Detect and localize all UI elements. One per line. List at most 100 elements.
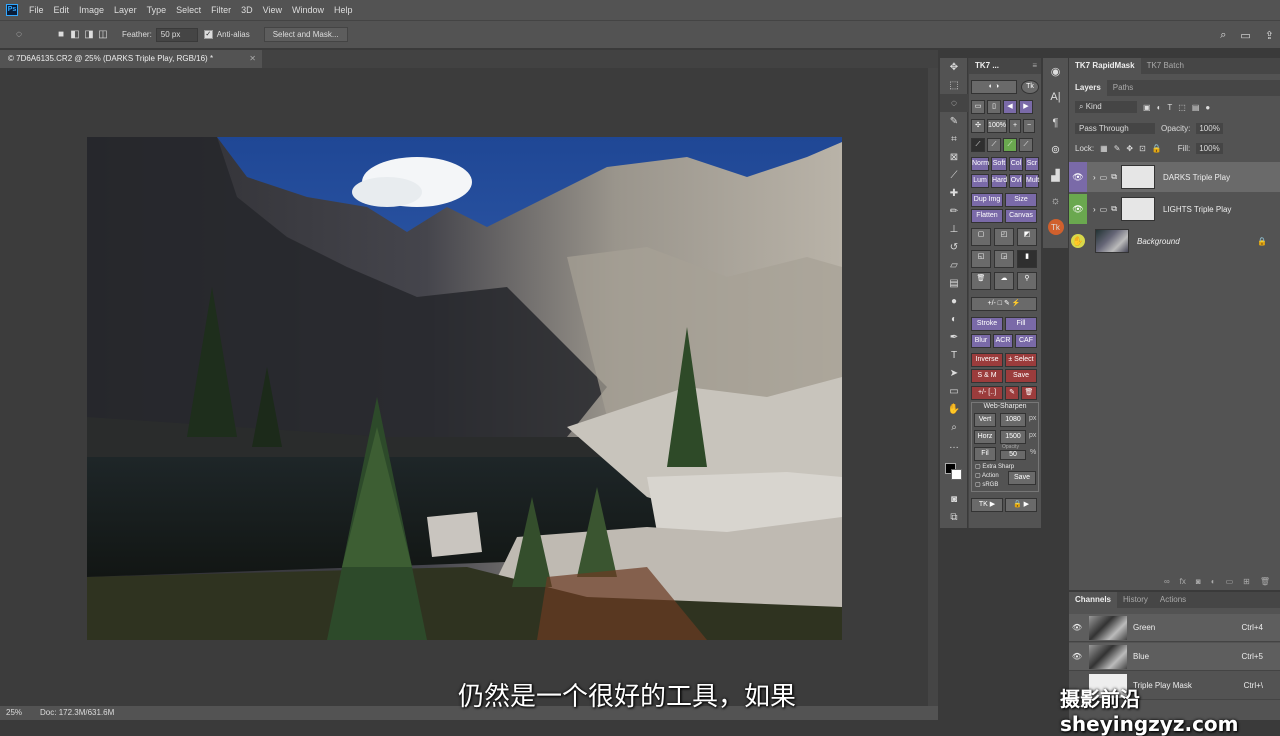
vertical-scrollbar[interactable] xyxy=(928,68,938,706)
zoom-tool-icon[interactable]: ⌕ xyxy=(940,418,968,436)
opacity-input[interactable]: 100% xyxy=(1196,122,1223,134)
tk-sm-button[interactable]: S & M xyxy=(971,369,1003,383)
menu-image[interactable]: Image xyxy=(79,5,104,15)
layer-row-darks[interactable]: 👁 › ▭ ⧉ DARKS Triple Play xyxy=(1069,162,1280,192)
tk-tools-row[interactable]: +/- □ ✎ ⚡ xyxy=(971,297,1037,311)
filter-type-icon[interactable]: T xyxy=(1167,103,1172,112)
add-mask-icon[interactable]: ◙ xyxy=(1196,577,1201,586)
tk-next-icon[interactable]: ▶ xyxy=(1019,100,1033,114)
tk-layer-icon-2[interactable]: ◰ xyxy=(994,228,1014,246)
visibility-eye-icon[interactable]: 👁 xyxy=(1069,162,1087,192)
tab-batch[interactable]: TK7 Batch xyxy=(1141,58,1190,74)
tk-pm-select-button[interactable]: ± Select xyxy=(1005,353,1037,367)
tk-zoom-in-icon[interactable]: + xyxy=(1009,119,1021,133)
tk-drop-icon[interactable]: ⚲ xyxy=(1017,272,1037,290)
tk-cloud-icon[interactable]: ☁ xyxy=(994,272,1014,290)
tk-norm-button[interactable]: Norm xyxy=(971,157,989,171)
filter-pixel-icon[interactable]: ▣ xyxy=(1143,103,1151,112)
workspace-icon[interactable]: ▭ xyxy=(1240,29,1250,42)
tk-lum-button[interactable]: Lum xyxy=(971,174,989,188)
tk-lock-play-button[interactable]: 🔒 ▶ xyxy=(1005,498,1037,512)
lasso-tool-icon[interactable]: ◌ xyxy=(940,94,968,112)
tk-acr-button[interactable]: ACR xyxy=(993,334,1013,348)
tk-mask-buttons[interactable]: ◐ ◑ xyxy=(971,80,1017,94)
vert-input[interactable]: 1080 xyxy=(1000,413,1026,427)
visibility-eye-icon[interactable]: 👁 xyxy=(1069,652,1085,661)
fill-input[interactable]: 100% xyxy=(1196,142,1223,154)
intersect-selection-icon[interactable]: ◫ xyxy=(96,28,110,42)
close-tab-icon[interactable]: ✕ xyxy=(249,50,256,68)
crop-tool-icon[interactable]: ⌗ xyxy=(940,130,968,148)
layer-name[interactable]: LIGHTS Triple Play xyxy=(1163,205,1231,214)
layer-mask-thumb[interactable] xyxy=(1120,165,1155,189)
brush-tool-icon[interactable]: ✏ xyxy=(940,202,968,220)
fil-button[interactable]: Fil xyxy=(974,447,996,461)
tk-save-button[interactable]: Save xyxy=(1005,369,1037,383)
feather-input[interactable]: 50 px xyxy=(155,27,198,42)
tab-rapidmask[interactable]: TK7 RapidMask xyxy=(1069,58,1141,74)
tk-brush-gray-icon[interactable]: ⟋ xyxy=(1019,138,1033,152)
document-tab[interactable]: © 7D6A6135.CR2 @ 25% (DARKS Triple Play,… xyxy=(0,50,262,68)
blur-tool-icon[interactable]: ● xyxy=(940,292,968,310)
channel-row-green[interactable]: 👁 Green Ctrl+4 xyxy=(1069,614,1280,642)
tk-layer-icon-3[interactable]: ◩ xyxy=(1017,228,1037,246)
layer-row-background[interactable]: ✋ Background 🔒 xyxy=(1069,226,1280,256)
color-swatches-icon[interactable] xyxy=(940,454,968,490)
filter-adjust-icon[interactable]: ◐ xyxy=(1157,103,1162,112)
visibility-eye-icon[interactable]: 👁 xyxy=(1069,194,1087,224)
tk-eye-icon[interactable]: ◉ xyxy=(1043,58,1068,84)
tk-ovl-button[interactable]: Ovl xyxy=(1009,174,1023,188)
tab-actions[interactable]: Actions xyxy=(1154,592,1192,608)
tk-layer-icon-6[interactable]: ▮ xyxy=(1017,250,1037,268)
horz-input[interactable]: 1500 xyxy=(1000,430,1026,444)
tk-size-button[interactable]: Size xyxy=(1005,193,1037,207)
new-layer-icon[interactable]: ⊞ xyxy=(1243,577,1250,586)
tk-caf-button[interactable]: CAF xyxy=(1015,334,1037,348)
tk-layer-icon-1[interactable]: ▢ xyxy=(971,228,991,246)
marquee-tool-icon[interactable]: ⬚ xyxy=(940,76,968,94)
tk-col-button[interactable]: Col xyxy=(1009,157,1023,171)
channel-row-blue[interactable]: 👁 Blue Ctrl+5 xyxy=(1069,643,1280,671)
tk-pen-icon[interactable]: ✎ xyxy=(1005,386,1019,400)
tk-brush-white-icon[interactable]: ⟋ xyxy=(987,138,1001,152)
panel-menu-icon[interactable]: ≡ xyxy=(1032,58,1037,74)
tk-doc-icon[interactable]: ▯ xyxy=(987,100,1001,114)
expand-chevron-icon[interactable]: › xyxy=(1093,173,1096,182)
healing-brush-icon[interactable]: ✚ xyxy=(940,184,968,202)
lasso-tool-icon[interactable]: ◌ xyxy=(12,28,26,42)
tk-trash-icon[interactable]: 🗑 xyxy=(971,272,991,290)
character-icon[interactable]: A| xyxy=(1043,84,1068,110)
menu-file[interactable]: File xyxy=(29,5,44,15)
menu-select[interactable]: Select xyxy=(176,5,201,15)
adjustments-icon[interactable]: ☼ xyxy=(1043,188,1068,214)
opacity-input[interactable]: 50 xyxy=(1000,450,1026,460)
lock-artboard-icon[interactable]: ⊡ xyxy=(1139,144,1146,153)
eyedropper-icon[interactable]: ⟋ xyxy=(940,166,968,184)
new-selection-icon[interactable]: ■ xyxy=(54,28,68,42)
lock-all-icon[interactable]: 🔒 xyxy=(1152,144,1162,153)
delete-layer-icon[interactable]: 🗑 xyxy=(1260,577,1270,586)
hand-tool-icon[interactable]: ✋ xyxy=(940,400,968,418)
tab-history[interactable]: History xyxy=(1117,592,1154,608)
tk-canvas-button[interactable]: Canvas xyxy=(1005,209,1037,223)
horz-button[interactable]: Horz xyxy=(974,430,996,444)
tk-folder-icon[interactable]: ▭ xyxy=(971,100,985,114)
adjustment-layer-icon[interactable]: ◐ xyxy=(1211,577,1216,586)
layer-mask-thumb[interactable] xyxy=(1120,197,1155,221)
more-tools-icon[interactable]: … xyxy=(940,436,968,454)
add-selection-icon[interactable]: ◧ xyxy=(68,28,82,42)
eraser-icon[interactable]: ▱ xyxy=(940,256,968,274)
select-and-mask-button[interactable]: Select and Mask... xyxy=(263,27,348,42)
menu-help[interactable]: Help xyxy=(334,5,353,15)
filter-smart-icon[interactable]: ▤ xyxy=(1192,103,1200,112)
layer-row-lights[interactable]: 👁 › ▭ ⧉ LIGHTS Triple Play xyxy=(1069,194,1280,224)
menu-window[interactable]: Window xyxy=(292,5,324,15)
menu-3d[interactable]: 3D xyxy=(241,5,253,15)
type-tool-icon[interactable]: T xyxy=(940,346,968,364)
tk-prev-icon[interactable]: ◀ xyxy=(1003,100,1017,114)
libraries-icon[interactable]: ⊚ xyxy=(1043,136,1068,162)
tk-inverse-button[interactable]: Inverse xyxy=(971,353,1003,367)
tab-layers[interactable]: Layers xyxy=(1069,80,1107,96)
filter-shape-icon[interactable]: ⬚ xyxy=(1178,103,1186,112)
paragraph-icon[interactable]: ¶ xyxy=(1043,110,1068,136)
